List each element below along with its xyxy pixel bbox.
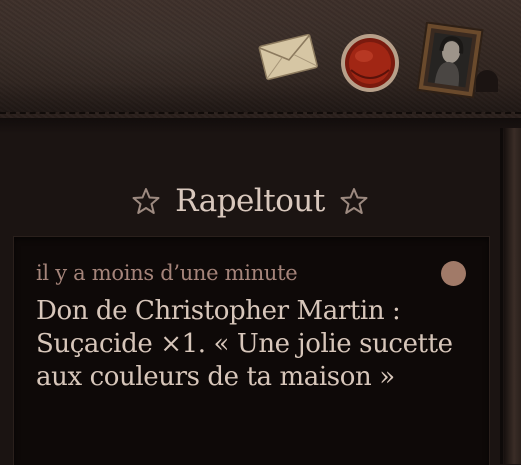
star-outline-icon [131, 186, 161, 216]
top-bar-edge [0, 118, 521, 134]
wax-seal-icon[interactable] [337, 30, 403, 96]
notification-card[interactable]: il y a moins d’une minute Don de Christo… [13, 236, 490, 465]
unread-indicator[interactable] [441, 261, 466, 286]
notification-message: Don de Christopher Martin : Suçacide ×1.… [36, 296, 453, 392]
frame-notch [476, 70, 498, 92]
top-bar-stitching [0, 112, 521, 114]
mail-icon[interactable] [256, 30, 320, 82]
panel-frame-right [504, 128, 521, 464]
star-outline-icon [339, 186, 369, 216]
notification-time: il y a moins d’une minute [36, 261, 298, 285]
panel-frame-line [500, 128, 503, 464]
panel-heading: Rapeltout [0, 178, 500, 224]
panel-title: Rapeltout [175, 183, 325, 219]
